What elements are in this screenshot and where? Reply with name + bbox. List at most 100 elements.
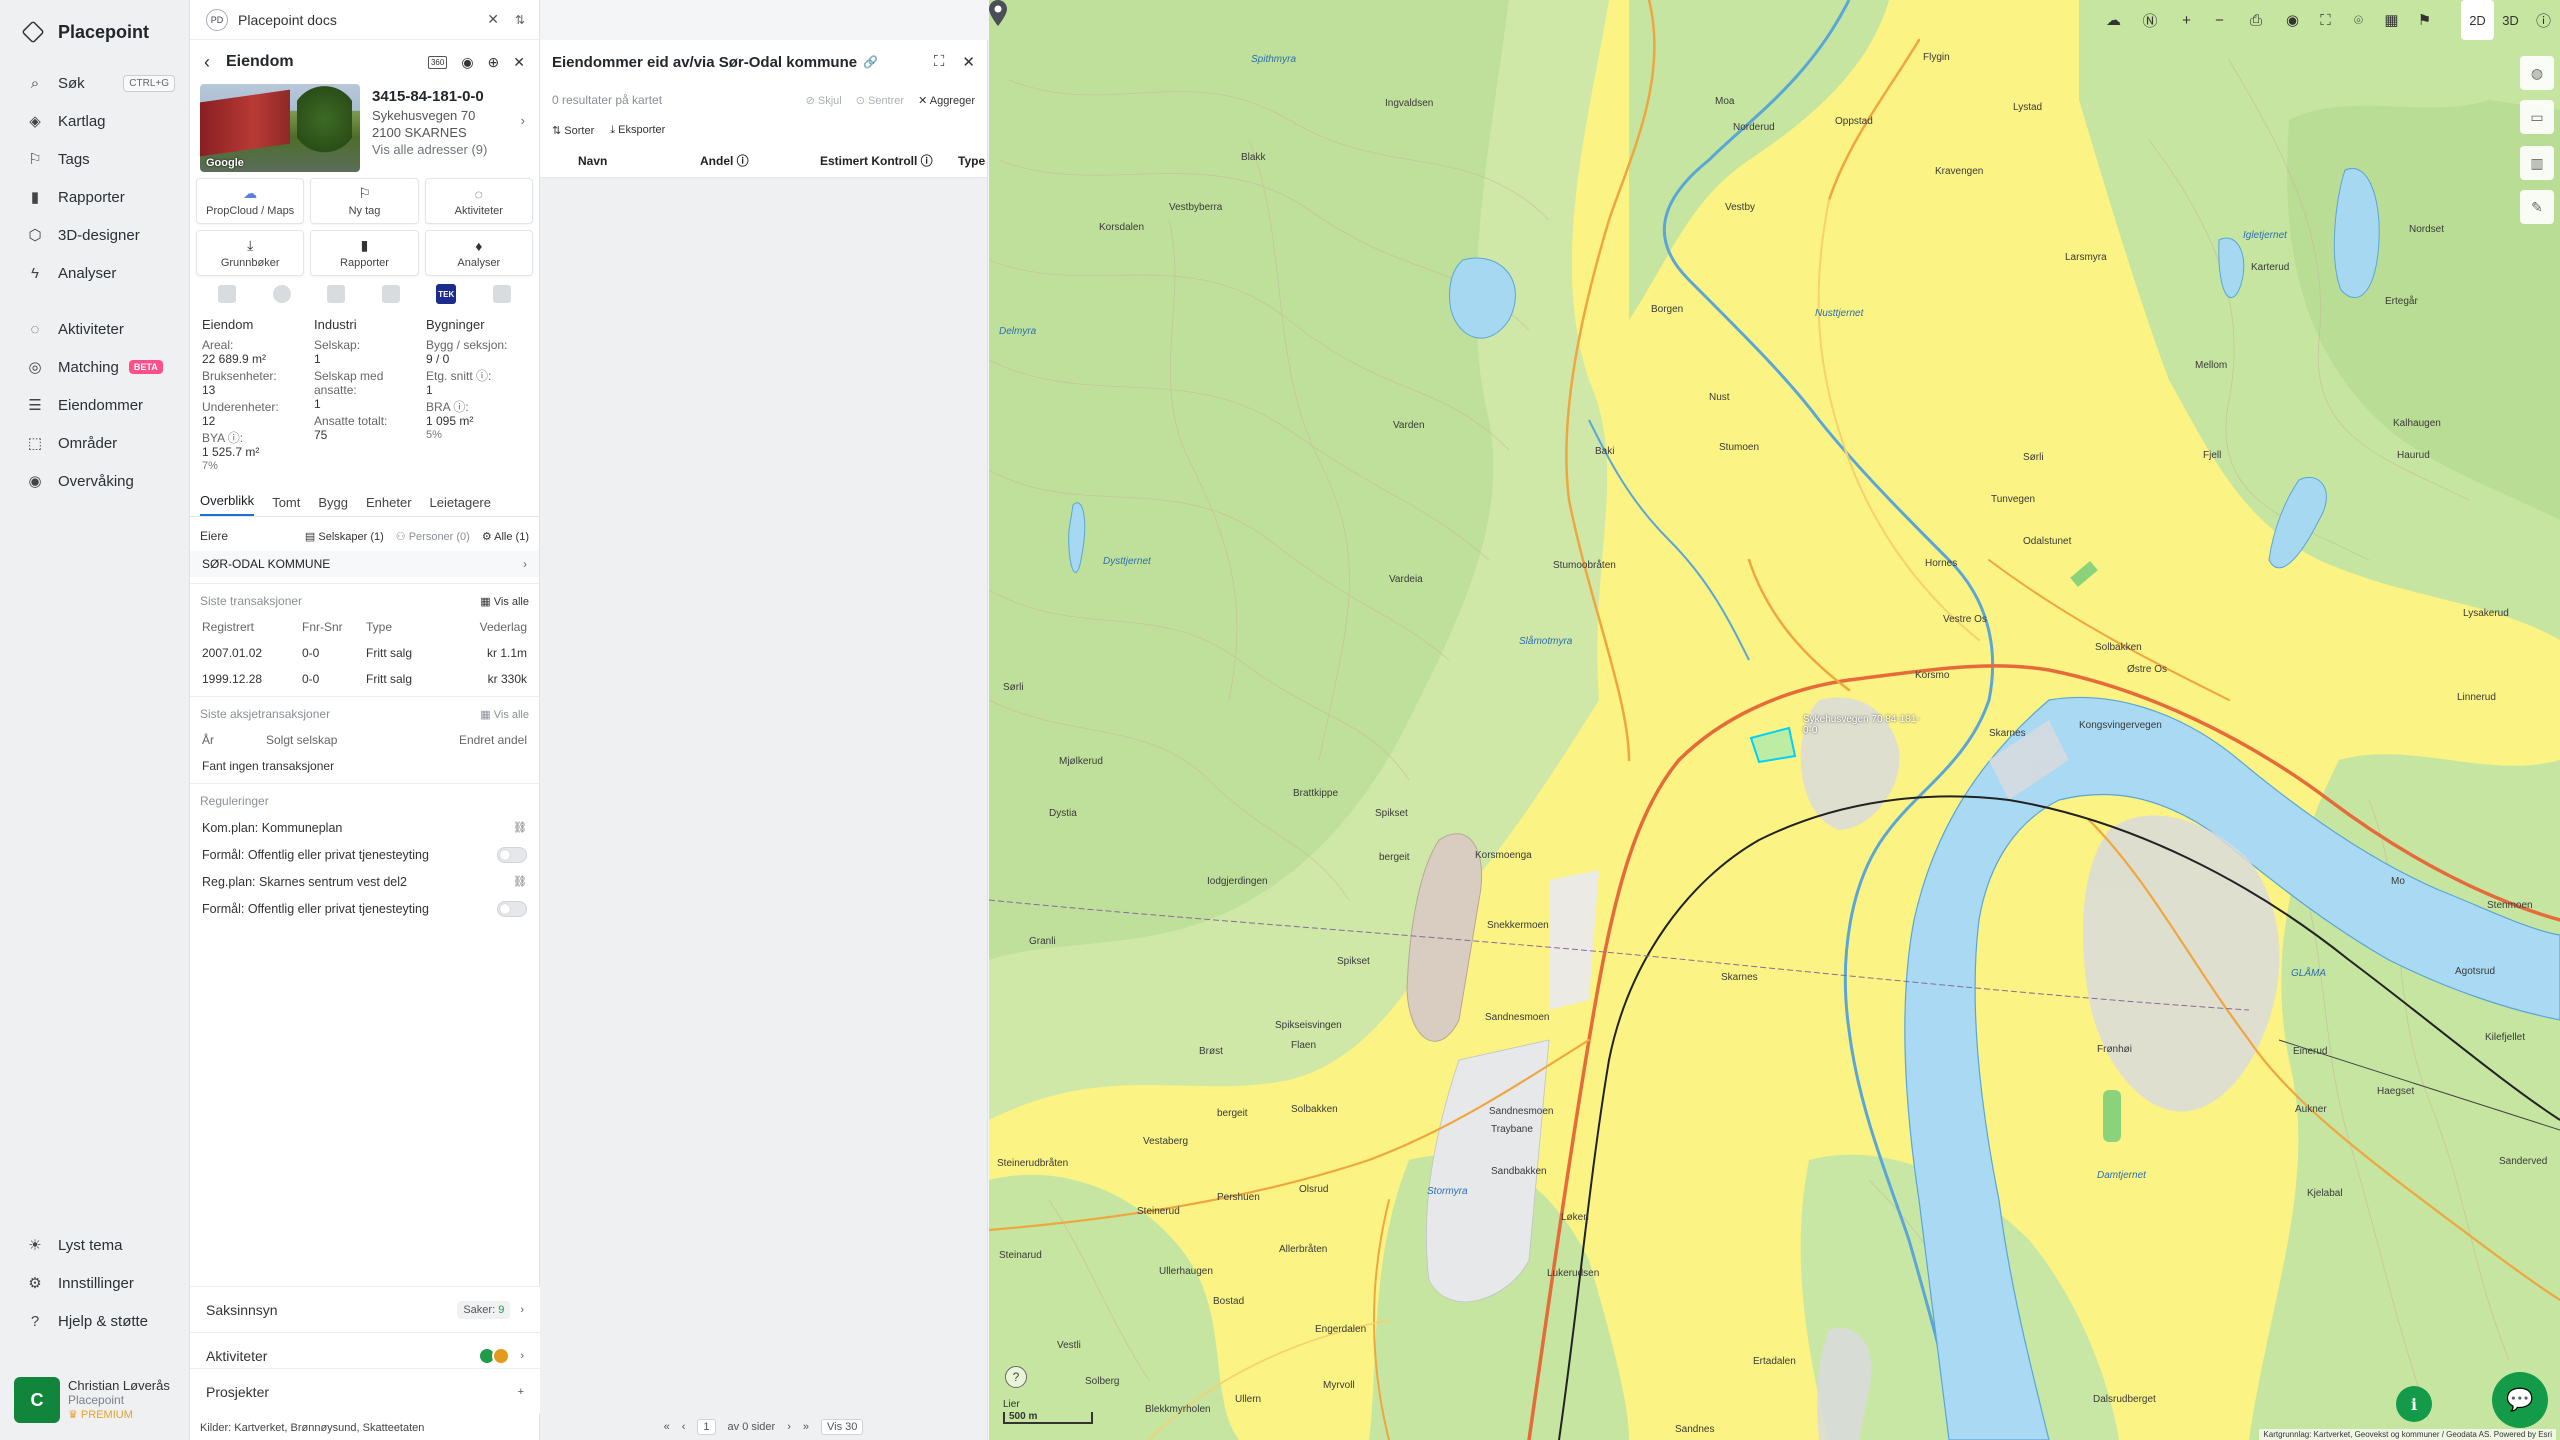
tab-enheter[interactable]: Enheter bbox=[366, 495, 412, 516]
column-header-0[interactable]: Navn bbox=[578, 154, 700, 168]
map-ruler-icon[interactable]: ▭ bbox=[2520, 100, 2554, 134]
nav-item-søk[interactable]: ⌕ Søk CTRL+G bbox=[0, 64, 189, 102]
link-icon[interactable]: 🔗 bbox=[863, 55, 878, 69]
map-pin-icon[interactable] bbox=[989, 0, 1007, 26]
tab-overblikk[interactable]: Overblikk bbox=[200, 493, 255, 516]
expand-icon[interactable]: ⛶ bbox=[934, 53, 945, 71]
action-aktiviteter[interactable]: ◌ Aktiviteter bbox=[424, 178, 533, 224]
transactions-show-all[interactable]: ▦ Vis alle bbox=[480, 595, 529, 608]
zoom-out-icon[interactable]: − bbox=[2203, 0, 2236, 40]
next-page-icon[interactable]: › bbox=[787, 1421, 791, 1433]
nav-item-områder[interactable]: ⬚ Områder bbox=[0, 424, 189, 462]
filter-persons[interactable]: ⚇ Personer (0) bbox=[396, 530, 470, 543]
filter-companies[interactable]: ▤ Selskaper (1) bbox=[305, 530, 384, 543]
nav-item-lyst-tema[interactable]: ☀ Lyst tema bbox=[0, 1226, 189, 1264]
nav-item-eiendommer[interactable]: ☰ Eiendommer bbox=[0, 386, 189, 424]
map-label: Stumoen bbox=[1719, 442, 1760, 453]
nav-item-aktiviteter[interactable]: ◌ Aktiviteter bbox=[0, 310, 189, 348]
nav-item-rapporter[interactable]: ▮ Rapporter bbox=[0, 178, 189, 216]
prev-page-icon[interactable]: ‹ bbox=[682, 1421, 686, 1433]
print-icon[interactable]: ⎙ bbox=[2236, 0, 2276, 40]
user-profile[interactable]: C Christian Løverås Placepoint ♛ PREMIUM bbox=[14, 1372, 180, 1428]
all-addresses-link[interactable]: Vis alle adresser (9) bbox=[372, 141, 529, 158]
nav-item-hjelp-støtte[interactable]: ? Hjelp & støtte bbox=[0, 1302, 189, 1340]
back-icon[interactable]: ‹ bbox=[204, 52, 210, 73]
filter-all[interactable]: ⚙ Alle (1) bbox=[482, 530, 529, 543]
tab-tomt[interactable]: Tomt bbox=[272, 495, 300, 516]
view-360-icon[interactable]: 360 bbox=[427, 55, 448, 69]
export-button[interactable]: ⤓ Eksporter bbox=[610, 124, 665, 137]
nav-item-matching[interactable]: ◎ Matching BETA bbox=[0, 348, 189, 386]
tab-bygg[interactable]: Bygg bbox=[318, 495, 348, 516]
column-header-2[interactable]: Estimert Kontroll ⓘ bbox=[820, 152, 958, 169]
link-icon[interactable]: ⛓ bbox=[513, 821, 527, 834]
close-icon[interactable]: ✕ bbox=[513, 54, 525, 71]
regulation-toggle[interactable] bbox=[497, 846, 527, 863]
camera-icon[interactable]: ⌾ bbox=[2342, 0, 2375, 40]
sort-button[interactable]: ⇅ Sorter bbox=[552, 124, 594, 137]
action-propcloud-maps[interactable]: ☁ PropCloud / Maps bbox=[196, 178, 305, 224]
layers-cloud-icon[interactable]: ☁ bbox=[2097, 0, 2130, 40]
mode-3d-button[interactable]: 3D bbox=[2494, 0, 2527, 40]
center-button[interactable]: ⊙ Sentrer bbox=[856, 94, 904, 107]
table-row[interactable]: 1999.12.28 0-0 Fritt salg kr 330k bbox=[190, 666, 539, 692]
table-row[interactable]: 2007.01.02 0-0 Fritt salg kr 1.1m bbox=[190, 640, 539, 666]
nav-item-kartlag[interactable]: ◈ Kartlag bbox=[0, 102, 189, 140]
bookmark-icon[interactable]: ⚑ bbox=[2408, 0, 2441, 40]
owner-row[interactable]: SØR-ODAL KOMMUNE › bbox=[190, 551, 539, 577]
nav-item-tags[interactable]: ⚐ Tags bbox=[0, 140, 189, 178]
first-page-icon[interactable]: « bbox=[664, 1421, 670, 1433]
column-header-1[interactable]: Andel ⓘ bbox=[700, 152, 820, 169]
nav-item-analyser[interactable]: ϟ Analyser bbox=[0, 254, 189, 292]
source-bars-icon[interactable] bbox=[381, 285, 400, 303]
help-icon[interactable]: ? bbox=[1005, 1366, 1027, 1388]
source-leaf-icon[interactable] bbox=[327, 285, 346, 303]
grid-icon[interactable]: ▦ bbox=[2375, 0, 2408, 40]
action-rapporter[interactable]: ▮ Rapporter bbox=[310, 230, 419, 276]
action-grunnbøker[interactable]: ⤓ Grunnbøker bbox=[196, 230, 305, 276]
map-chart-icon[interactable]: ▥ bbox=[2520, 146, 2554, 180]
source-globe-icon[interactable] bbox=[272, 285, 291, 303]
action-ny-tag[interactable]: ⚐ Ny tag bbox=[310, 178, 419, 224]
add-circle-icon[interactable]: ⊕ bbox=[488, 54, 500, 71]
compass-icon[interactable]: Ⓝ bbox=[2130, 0, 2170, 40]
source-map-icon[interactable] bbox=[218, 285, 237, 303]
info-button[interactable]: i bbox=[2396, 1386, 2432, 1422]
share-tx-show-all[interactable]: ▦ Vis alle bbox=[480, 708, 529, 721]
close-list-icon[interactable]: ✕ bbox=[962, 53, 975, 71]
property-address[interactable]: 3415-84-181-0-0 Sykehusvegen 70 2100 SKA… bbox=[372, 84, 529, 172]
action-analyser[interactable]: ♦ Analyser bbox=[424, 230, 533, 276]
eye-icon[interactable]: ◉ bbox=[461, 54, 473, 71]
mode-2d-button[interactable]: 2D bbox=[2461, 0, 2494, 40]
map-canvas[interactable]: Spithmyra Ingvaldsen Flygin Lystad Moa Norder… bbox=[989, 0, 2560, 1440]
regulation-toggle[interactable] bbox=[497, 900, 527, 917]
source-home-icon[interactable] bbox=[492, 285, 511, 303]
nav-item-3d-designer[interactable]: ⬡ 3D-designer bbox=[0, 216, 189, 254]
chevron-updown-icon[interactable]: ⇅ bbox=[515, 13, 525, 27]
page-input[interactable]: 1 bbox=[697, 1419, 716, 1435]
fullscreen-icon[interactable]: ⛶ bbox=[2309, 0, 2342, 40]
close-workspace-icon[interactable]: ✕ bbox=[487, 11, 499, 28]
map-style-icon[interactable]: ◍ bbox=[2520, 56, 2554, 90]
info-circle-icon[interactable]: ⓘ bbox=[2527, 0, 2560, 40]
brand[interactable]: Placepoint bbox=[0, 0, 189, 64]
hide-button[interactable]: ⊘ Skjul bbox=[806, 94, 842, 107]
saksinnsyn-accordion[interactable]: Saksinnsyn Saker: 9 › bbox=[190, 1286, 540, 1332]
nav-item-overvåking[interactable]: ◉ Overvåking bbox=[0, 462, 189, 500]
aggregate-button[interactable]: ✕ Aggreger bbox=[918, 94, 975, 107]
prosjekter-accordion[interactable]: Prosjekter + bbox=[190, 1368, 540, 1414]
tek-icon[interactable]: TEK bbox=[436, 284, 457, 304]
plus-icon[interactable]: + bbox=[518, 1386, 524, 1398]
tab-leietagere[interactable]: Leietagere bbox=[430, 495, 491, 516]
chat-button[interactable]: 💬 bbox=[2492, 1372, 2548, 1428]
stats-head-industri: Industri bbox=[314, 317, 357, 332]
nav-item-innstillinger[interactable]: ⚙ Innstillinger bbox=[0, 1264, 189, 1302]
per-page-select[interactable]: Vis 30 bbox=[821, 1419, 864, 1435]
link-icon[interactable]: ⛓ bbox=[513, 875, 527, 888]
workspace-title[interactable]: Placepoint docs bbox=[238, 12, 337, 28]
eye-icon[interactable]: ◉ bbox=[2276, 0, 2309, 40]
street-view-thumbnail[interactable]: Google bbox=[200, 84, 360, 172]
zoom-in-icon[interactable]: + bbox=[2170, 0, 2203, 40]
last-page-icon[interactable]: » bbox=[803, 1421, 809, 1433]
map-draw-icon[interactable]: ✎ bbox=[2520, 190, 2554, 224]
